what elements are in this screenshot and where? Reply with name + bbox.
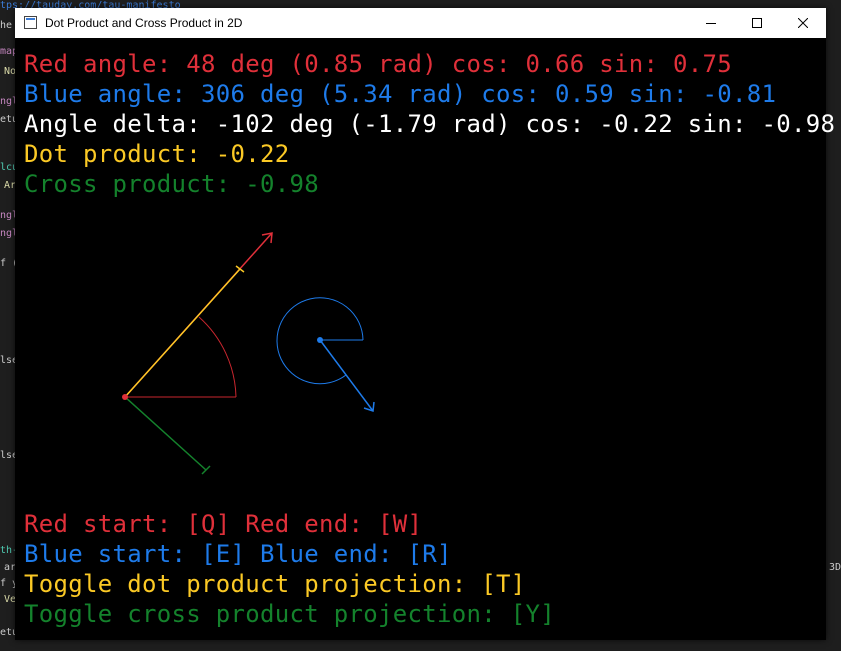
toggle-cross-hint: Toggle cross product projection: [Y] — [24, 600, 555, 628]
maximize-icon — [752, 18, 762, 28]
app-window: Dot Product and Cross Product in 2D Red … — [15, 8, 835, 640]
minimize-icon — [706, 23, 716, 24]
maximize-button[interactable] — [734, 8, 780, 38]
red-angle-arc — [198, 316, 237, 398]
close-button[interactable] — [780, 8, 826, 38]
red-controls-hint: Red start: [Q] Red end: [W] — [24, 510, 423, 538]
blue-controls-hint: Blue start: [E] Blue end: [R] — [24, 540, 452, 568]
dot-projection-line — [124, 268, 241, 398]
window-title: Dot Product and Cross Product in 2D — [45, 16, 243, 30]
toggle-dot-hint: Toggle dot product projection: [T] — [24, 570, 526, 598]
close-icon — [798, 18, 808, 28]
blue-vector — [319, 339, 374, 412]
app-icon — [24, 16, 37, 29]
title-bar[interactable]: Dot Product and Cross Product in 2D — [15, 8, 826, 38]
render-canvas[interactable]: Red angle: 48 deg (0.85 rad) cos: 0.66 s… — [15, 38, 835, 640]
cross-projection-line — [124, 396, 207, 471]
minimize-button[interactable] — [688, 8, 734, 38]
background-code-fragment: 3D — [829, 562, 841, 573]
background-code-fragment: he — [0, 20, 13, 31]
blue-origin-point — [317, 337, 323, 343]
red-origin-point — [122, 394, 128, 400]
